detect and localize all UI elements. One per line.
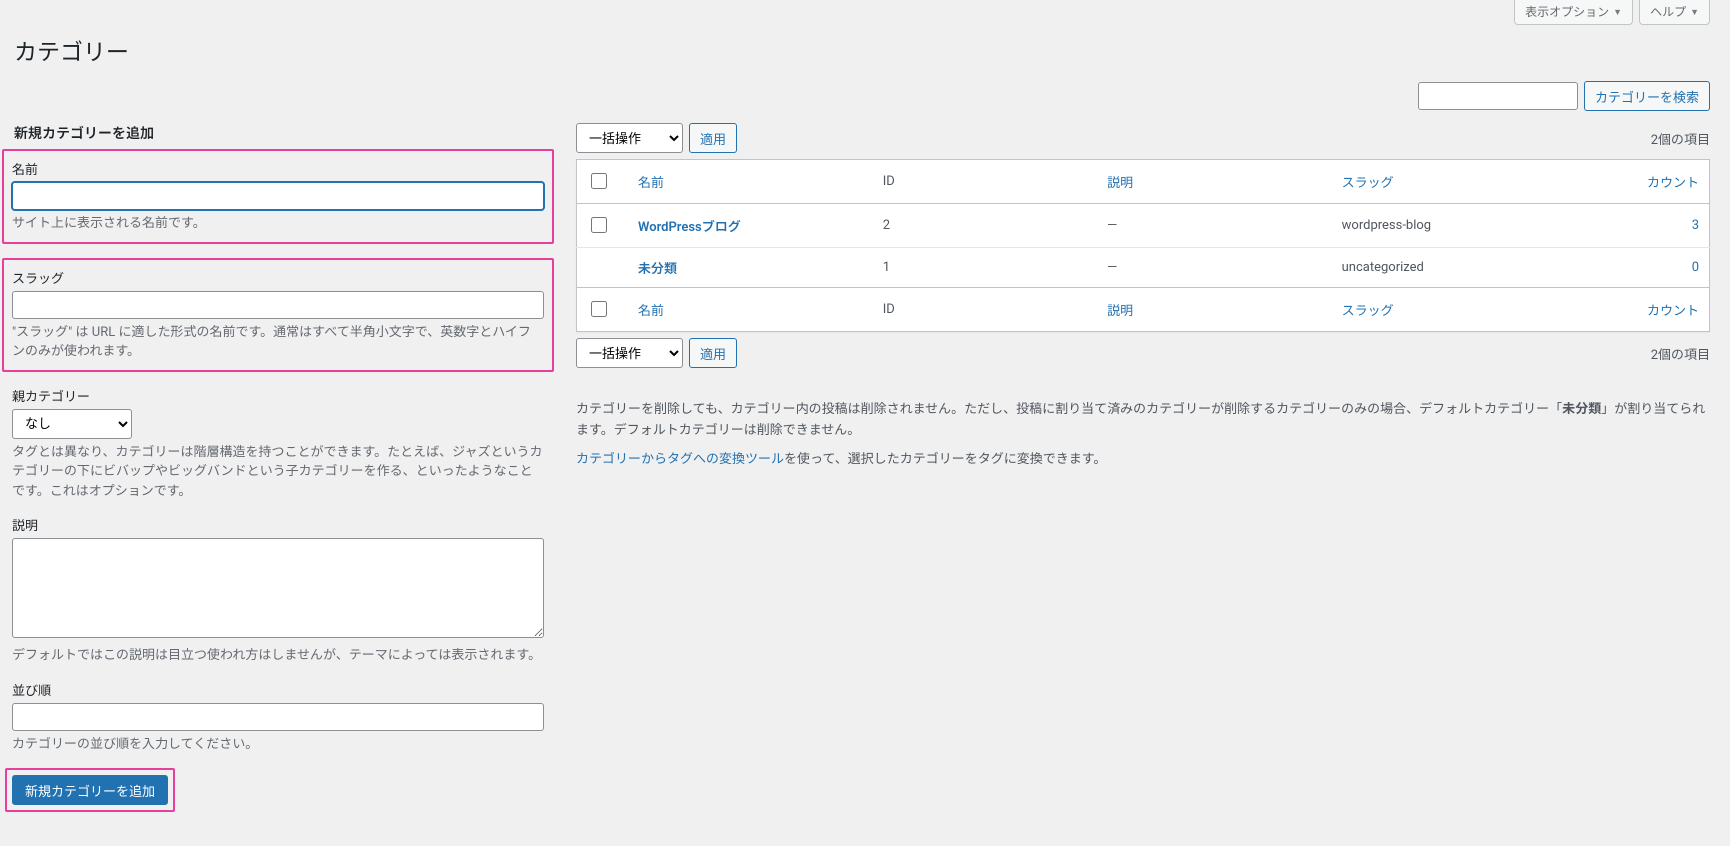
field-description-wrap: 説明 デフォルトではこの説明は目立つ使われ方はしませんが、テーマによっては表示さ… xyxy=(12,515,544,666)
select-all-bottom[interactable] xyxy=(591,301,607,317)
form-heading: 新規カテゴリーを追加 xyxy=(14,123,544,143)
search-input[interactable] xyxy=(1418,82,1578,110)
bulk-action-select-bottom[interactable]: 一括操作 xyxy=(576,338,683,368)
add-category-button[interactable]: 新規カテゴリーを追加 xyxy=(12,775,168,805)
description-desc: デフォルトではこの説明は目立つ使われ方はしませんが、テーマによっては表示されます… xyxy=(12,646,544,666)
chevron-down-icon: ▼ xyxy=(1690,7,1699,17)
field-parent-wrap: 親カテゴリー なし タグとは異なり、カテゴリーは階層構造を持つことができます。た… xyxy=(12,386,544,502)
row-id: 1 xyxy=(873,248,1097,288)
footer-note1-a: カテゴリーを削除しても、カテゴリー内の投稿は削除されません。ただし、投稿に割り当… xyxy=(576,402,1562,417)
name-input[interactable] xyxy=(12,182,544,210)
table-row: 未分類 1 — uncategorized 0 xyxy=(577,248,1710,288)
col-description[interactable]: 説明 xyxy=(1107,176,1133,191)
description-input[interactable] xyxy=(12,538,544,638)
row-desc: — xyxy=(1097,248,1332,288)
parent-desc: タグとは異なり、カテゴリーは階層構造を持つことができます。たとえば、ジャズという… xyxy=(12,443,544,502)
row-count-link[interactable]: 3 xyxy=(1692,218,1699,233)
row-name-link[interactable]: WordPressブログ xyxy=(638,220,741,235)
slug-desc: "スラッグ" は URL に適した形式の名前です。通常はすべて半角小文字で、英数… xyxy=(12,323,544,362)
name-desc: サイト上に表示される名前です。 xyxy=(12,214,544,234)
field-name-wrap: 名前 サイト上に表示される名前です。 xyxy=(2,149,554,244)
submit-wrap: 新規カテゴリーを追加 xyxy=(5,768,175,812)
category-table: 名前 ID 説明 スラッグ カウント WordPressブログ 2 — word… xyxy=(576,159,1710,332)
screen-options-label: 表示オプション xyxy=(1525,3,1609,20)
row-count-link[interactable]: 0 xyxy=(1692,260,1699,275)
row-id: 2 xyxy=(873,204,1097,248)
col-id-foot: ID xyxy=(873,288,1097,332)
page-title: カテゴリー xyxy=(14,33,1710,67)
col-name[interactable]: 名前 xyxy=(638,176,664,191)
search-button[interactable]: カテゴリーを検索 xyxy=(1584,81,1710,111)
footer-note2-b: を使って、選択したカテゴリーをタグに変換できます。 xyxy=(784,452,1106,467)
col-count[interactable]: カウント xyxy=(1647,176,1699,191)
bulk-apply-top[interactable]: 適用 xyxy=(689,123,737,153)
row-name-link[interactable]: 未分類 xyxy=(638,262,677,277)
bulk-apply-bottom[interactable]: 適用 xyxy=(689,338,737,368)
row-checkbox[interactable] xyxy=(591,217,607,233)
parent-select[interactable]: なし xyxy=(12,409,132,439)
footer-note: カテゴリーを削除しても、カテゴリー内の投稿は削除されません。ただし、投稿に割り当… xyxy=(576,400,1710,470)
table-row: WordPressブログ 2 — wordpress-blog 3 xyxy=(577,204,1710,248)
name-label: 名前 xyxy=(12,159,544,178)
col-count-foot[interactable]: カウント xyxy=(1647,304,1699,319)
order-desc: カテゴリーの並び順を入力してください。 xyxy=(12,735,544,755)
slug-label: スラッグ xyxy=(12,268,544,287)
select-all-top[interactable] xyxy=(591,173,607,189)
row-desc: — xyxy=(1097,204,1332,248)
item-count-bottom: 2個の項目 xyxy=(1651,344,1710,363)
description-label: 説明 xyxy=(12,515,544,534)
row-slug: uncategorized xyxy=(1332,248,1607,288)
col-slug[interactable]: スラッグ xyxy=(1342,176,1394,191)
field-order-wrap: 並び順 カテゴリーの並び順を入力してください。 xyxy=(12,680,544,755)
slug-input[interactable] xyxy=(12,291,544,319)
parent-label: 親カテゴリー xyxy=(12,386,544,405)
converter-link[interactable]: カテゴリーからタグへの変換ツール xyxy=(576,452,784,467)
col-id: ID xyxy=(873,160,1097,204)
order-input[interactable] xyxy=(12,703,544,731)
item-count-top: 2個の項目 xyxy=(1651,129,1710,148)
col-name-foot[interactable]: 名前 xyxy=(638,304,664,319)
chevron-down-icon: ▼ xyxy=(1613,7,1622,17)
footer-note1-strong: 未分類 xyxy=(1562,402,1601,417)
help-label: ヘルプ xyxy=(1650,3,1686,20)
screen-options-toggle[interactable]: 表示オプション ▼ xyxy=(1514,0,1633,25)
col-slug-foot[interactable]: スラッグ xyxy=(1342,304,1394,319)
bulk-action-select-top[interactable]: 一括操作 xyxy=(576,123,683,153)
col-description-foot[interactable]: 説明 xyxy=(1107,304,1133,319)
help-toggle[interactable]: ヘルプ ▼ xyxy=(1639,0,1710,25)
row-slug: wordpress-blog xyxy=(1332,204,1607,248)
field-slug-wrap: スラッグ "スラッグ" は URL に適した形式の名前です。通常はすべて半角小文… xyxy=(2,258,554,372)
order-label: 並び順 xyxy=(12,680,544,699)
